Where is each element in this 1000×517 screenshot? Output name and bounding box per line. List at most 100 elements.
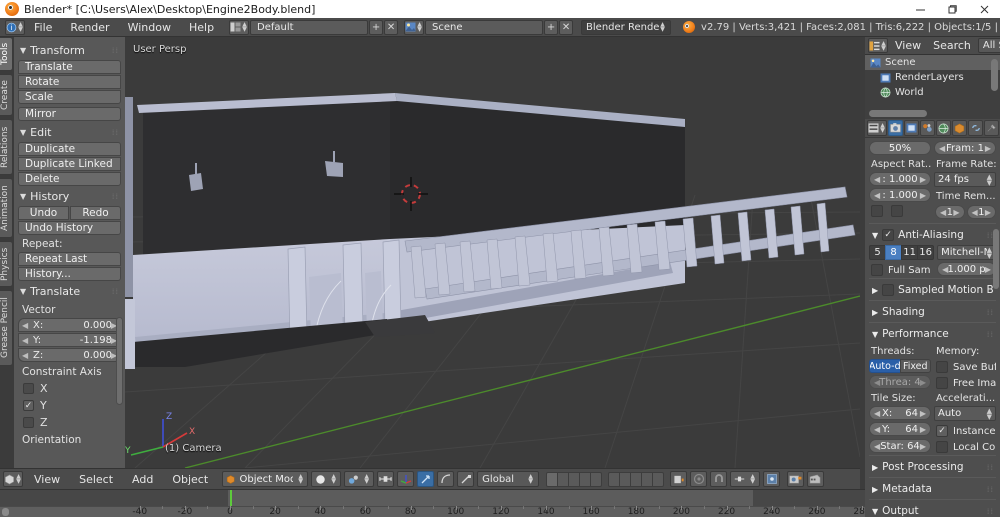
increment-arrow-icon[interactable]: ▶: [920, 442, 926, 451]
rotate-button[interactable]: Rotate: [18, 75, 121, 89]
increment-arrow-icon[interactable]: ▶: [920, 409, 926, 418]
aa-samples-16[interactable]: 16: [917, 245, 935, 260]
decrement-arrow-icon[interactable]: ◀: [874, 425, 880, 434]
aspect-x-field[interactable]: ◀ : 1.000 ▶: [869, 172, 931, 186]
maximize-button[interactable]: [936, 0, 968, 18]
time-remap-new-field[interactable]: ◀ 1 ▶: [966, 205, 996, 219]
manipulator-mode-scale-button[interactable]: [457, 471, 475, 487]
increment-arrow-icon[interactable]: ▶: [985, 144, 991, 153]
properties-scrollbar[interactable]: [993, 229, 999, 289]
outliner-row-renderlayers[interactable]: RenderLayers: [865, 70, 1000, 85]
panel-header-edit[interactable]: ▼ Edit ⁞⁞: [18, 122, 121, 142]
panel-header-metadata[interactable]: ▶ Metadata ⁞⁞: [869, 477, 996, 499]
viewport-shading-select[interactable]: ▲ ▼: [311, 471, 342, 487]
decrement-arrow-icon[interactable]: ◀: [22, 321, 28, 330]
outliner-display-mode[interactable]: All Sc: [977, 38, 1000, 53]
tool-tab-relations[interactable]: Relations: [0, 119, 13, 175]
outliner-row-scene[interactable]: Scene: [865, 55, 1000, 70]
full-sample-checkbox[interactable]: [871, 264, 883, 276]
decrement-arrow-icon[interactable]: ◀: [874, 442, 880, 451]
repeat-last-button[interactable]: Repeat Last: [18, 252, 121, 266]
layer-button[interactable]: [590, 471, 603, 487]
decrement-arrow-icon[interactable]: ◀: [22, 336, 28, 345]
screen-layout-icon[interactable]: ▲ ▼: [229, 19, 250, 35]
properties-editor[interactable]: ▲ ▼ 50% ◀ Fram: 1 ▶ Aspect Rat... Frame …: [865, 119, 1000, 517]
screen-layout-name[interactable]: Default: [250, 19, 369, 35]
properties-tab-render-layers[interactable]: [904, 120, 919, 136]
manipulator-toggle-button[interactable]: [377, 471, 395, 487]
editor-type-info-icon[interactable]: i ▲ ▼: [5, 19, 25, 35]
constraint-y-checkbox[interactable]: ✓: [23, 400, 34, 411]
history-button[interactable]: History...: [18, 267, 121, 281]
outliner-vertical-scrollbar[interactable]: [991, 59, 998, 91]
frame-rate-select[interactable]: 24 fps ▲ ▼: [934, 172, 996, 187]
decrement-arrow-icon[interactable]: ◀: [22, 351, 28, 360]
layer-button[interactable]: [652, 471, 665, 487]
editor-type-outliner-icon[interactable]: ▲ ▼: [868, 38, 888, 53]
aa-samples-5[interactable]: 5: [869, 245, 887, 260]
manipulator-mode-translate-button[interactable]: [417, 471, 435, 487]
border-render-checkbox[interactable]: [871, 205, 883, 217]
translate-y-field[interactable]: ◀ Y: -1.198 ▶: [18, 333, 121, 347]
tile-y-field[interactable]: ◀ Y: 64 ▶: [869, 422, 931, 436]
tool-tab-animation[interactable]: Animation: [0, 178, 13, 238]
lock-camera-button[interactable]: [670, 471, 688, 487]
panel-header-performance[interactable]: ▼ Performance ⁞⁞: [869, 322, 996, 344]
timeline-scrollbar-handle[interactable]: [2, 508, 9, 516]
free-image-textures-checkbox[interactable]: [936, 377, 948, 389]
increment-arrow-icon[interactable]: ▶: [920, 425, 926, 434]
add-scene-button[interactable]: +: [544, 19, 559, 35]
redo-button[interactable]: Redo: [70, 206, 121, 220]
render-opengl-viewport-button[interactable]: [787, 471, 805, 487]
save-buffers-checkbox[interactable]: [936, 361, 948, 373]
minimize-button[interactable]: [904, 0, 936, 18]
proportional-edit-button[interactable]: [690, 471, 708, 487]
3d-viewport[interactable]: Z X Y User Persp (1) Camera: [125, 37, 860, 468]
start-resolution-field[interactable]: ◀ Star: 64 ▶: [869, 439, 931, 453]
timeline-editor[interactable]: -40 -20 0 20 40 60 80 100 120 140 160 180 200 220 240 2…: [0, 489, 871, 517]
duplicate-button[interactable]: Duplicate: [18, 142, 121, 156]
close-button[interactable]: [968, 0, 1000, 18]
properties-tab-constraints[interactable]: [968, 120, 983, 136]
tool-tab-grease-pencil[interactable]: Grease Pencil: [0, 290, 13, 366]
manipulator-mode-rotate-button[interactable]: [437, 471, 455, 487]
resolution-percent-field[interactable]: 50%: [869, 141, 931, 155]
tool-tab-create[interactable]: Create: [0, 74, 13, 116]
tool-tab-tools[interactable]: Tools: [0, 37, 13, 71]
constraint-axis-z-row[interactable]: Z: [18, 414, 121, 431]
aa-samples-11[interactable]: 11: [901, 245, 919, 260]
delete-button[interactable]: Delete: [18, 172, 121, 186]
manipulator-translate-button[interactable]: [397, 471, 415, 487]
render-opengl-animation-button[interactable]: [807, 471, 825, 487]
undo-history-button[interactable]: Undo History: [18, 221, 121, 235]
constraint-z-checkbox[interactable]: [23, 417, 34, 428]
delete-screen-layout-button[interactable]: ✕: [384, 19, 399, 35]
outliner-row-world[interactable]: World: [865, 85, 1000, 100]
increment-arrow-icon[interactable]: ▶: [920, 175, 926, 184]
translate-z-field[interactable]: ◀ Z: 0.000 ▶: [18, 348, 121, 362]
add-screen-layout-button[interactable]: +: [369, 19, 384, 35]
threads-mode-fixed[interactable]: Fixed: [899, 359, 931, 373]
panel-header-anti-aliasing[interactable]: ▼ ✓ Anti-Aliasing ⁞⁞: [869, 223, 996, 245]
instancing-checkbox[interactable]: ✓: [936, 425, 948, 437]
decrement-arrow-icon[interactable]: ◀: [874, 409, 880, 418]
full-sample-row[interactable]: Full Sam: [869, 262, 934, 278]
constraint-x-checkbox[interactable]: [23, 383, 34, 394]
viewport-menu-object[interactable]: Object: [164, 473, 216, 486]
properties-tab-world[interactable]: [936, 120, 951, 136]
save-buffers-row[interactable]: Save Buf: [934, 359, 996, 375]
aa-filter-size-field[interactable]: ◀ 1.000 p ▶: [937, 262, 996, 276]
snap-magnet-button[interactable]: [710, 471, 728, 487]
menu-render[interactable]: Render: [61, 20, 118, 35]
panel-header-shading[interactable]: ▶ Shading ⁞⁞: [869, 300, 996, 322]
panel-header-output[interactable]: ▼ Output ⁞⁞: [869, 499, 996, 517]
panel-header-transform[interactable]: ▼ Transform ⁞⁞: [18, 40, 121, 60]
decrement-arrow-icon[interactable]: ◀: [940, 208, 946, 217]
toolshelf-scrollbar[interactable]: [116, 317, 123, 405]
constraint-axis-y-row[interactable]: ✓ Y: [18, 397, 121, 414]
aa-samples-group[interactable]: 5 8 11 16: [869, 245, 935, 260]
local-coordinates-row[interactable]: Local Co: [934, 439, 996, 455]
panel-header-translate[interactable]: ▼ Translate ⁞⁞: [18, 281, 121, 301]
outliner-menu-search[interactable]: Search: [928, 39, 976, 52]
aa-filter-select[interactable]: Mitchell-N ▲ ▼: [937, 245, 996, 260]
